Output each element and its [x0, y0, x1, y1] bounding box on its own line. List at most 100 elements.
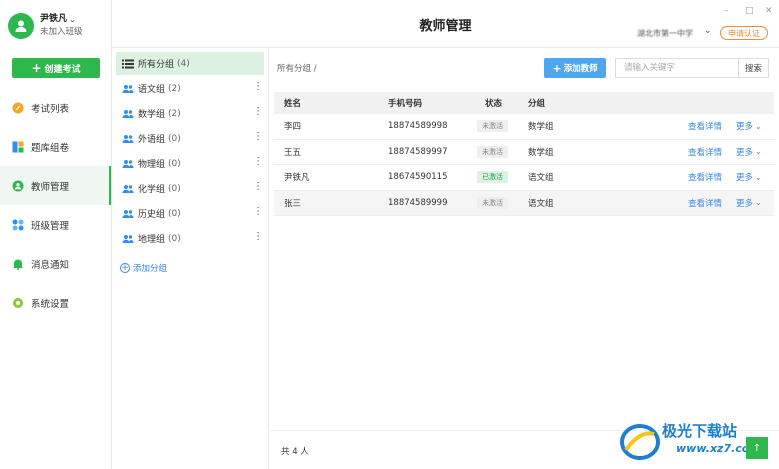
group-panel: 所有分组 (4) 语文组 (2) ⋯ 数学组 (2) ⋯ 外语组 (0) ⋯ 物理组 (0… — [112, 48, 269, 469]
header: 教师管理 – □ ✕ 湖北市第一中学 ⌄ 申请认证 — [112, 0, 779, 48]
sidebar-item-system-settings[interactable]: 系统设置 — [0, 283, 111, 322]
group-item-all[interactable]: 所有分组 (4) — [116, 52, 264, 75]
more-dropdown[interactable]: 更多 ⌄ — [736, 114, 762, 139]
column-header-status: 状态 — [485, 99, 503, 109]
table-header: 姓名 手机号码 状态 分组 — [274, 92, 774, 114]
watermark-logo-icon — [620, 424, 660, 460]
question-bank-icon — [12, 141, 24, 152]
create-exam-button[interactable]: + 创建考试 — [12, 58, 100, 78]
back-to-top-button[interactable]: ↑ — [746, 437, 768, 459]
chevron-down-icon: ⌄ — [755, 147, 762, 157]
teacher-name: 张三 — [284, 198, 302, 209]
view-details-link[interactable]: 查看详情 — [688, 114, 722, 139]
user-icon — [15, 20, 27, 32]
teacher-phone: 18874589998 — [388, 121, 448, 132]
chevron-down-icon: ⌄ — [755, 198, 762, 208]
users-icon — [122, 159, 134, 168]
watermark-text: 极光下载站 — [662, 422, 738, 440]
teacher-group: 语文组 — [528, 198, 554, 209]
group-item[interactable]: 外语组 (0) ⋯ — [116, 127, 264, 150]
group-item[interactable]: 数学组 (2) ⋯ — [116, 102, 264, 125]
more-icon[interactable]: ⋯ — [252, 156, 263, 164]
minimize-icon[interactable]: – — [724, 6, 729, 16]
view-details-link[interactable]: 查看详情 — [688, 191, 722, 216]
table-row: 王五 18874589997 未激活 数学组 查看详情 更多 ⌄ — [274, 140, 774, 165]
breadcrumb: 所有分组 / — [277, 64, 317, 74]
add-teacher-button[interactable]: + 添加教师 — [544, 58, 606, 78]
search-input[interactable] — [615, 58, 739, 78]
status-badge: 未激活 — [477, 120, 508, 133]
chevron-down-icon: ⌄ — [755, 121, 762, 131]
gear-icon — [13, 297, 23, 308]
school-name[interactable]: 湖北市第一中学 — [637, 28, 693, 39]
users-icon — [122, 134, 134, 143]
column-header-name: 姓名 — [284, 99, 302, 109]
more-icon[interactable]: ⋯ — [252, 181, 263, 189]
sidebar: 尹铁凡 ⌄ 未加入班级 + 创建考试 考试列表 题库组卷 教师管理 班级管理 消息通… — [0, 0, 112, 469]
group-item[interactable]: 物理组 (0) ⋯ — [116, 152, 264, 175]
avatar — [8, 13, 34, 39]
more-icon[interactable]: ⋯ — [252, 81, 263, 89]
chevron-down-icon[interactable]: ⌄ — [704, 26, 712, 36]
column-header-group: 分组 — [528, 99, 546, 109]
user-name: 尹铁凡 — [40, 14, 68, 24]
table-row: 李四 18874589998 未激活 数学组 查看详情 更多 ⌄ — [274, 114, 774, 140]
add-group-button[interactable]: + 添加分组 — [120, 262, 167, 274]
table-row: 张三 18874589999 未激活 语文组 查看详情 更多 ⌄ — [274, 190, 774, 216]
users-icon — [122, 234, 134, 243]
total-count: 共 4 人 — [281, 447, 309, 457]
more-icon[interactable]: ⋯ — [252, 106, 263, 114]
plus-icon: + — [31, 61, 42, 75]
status-badge: 未激活 — [477, 145, 508, 158]
search-button[interactable]: 搜索 — [739, 58, 769, 78]
teacher-icon — [12, 180, 24, 191]
user-profile[interactable]: 尹铁凡 ⌄ 未加入班级 — [8, 11, 83, 41]
sidebar-item-teacher-management[interactable]: 教师管理 — [0, 166, 111, 205]
sidebar-nav: 考试列表 题库组卷 教师管理 班级管理 消息通知 系统设置 — [0, 88, 111, 322]
sidebar-item-class-management[interactable]: 班级管理 — [0, 205, 111, 244]
more-dropdown[interactable]: 更多 ⌄ — [736, 191, 762, 216]
more-icon[interactable]: ⋯ — [252, 231, 263, 239]
teacher-name: 尹铁凡 — [284, 173, 310, 184]
more-icon[interactable]: ⋯ — [252, 131, 263, 139]
maximize-icon[interactable]: □ — [745, 6, 754, 16]
more-dropdown[interactable]: 更多 ⌄ — [736, 140, 762, 165]
view-details-link[interactable]: 查看详情 — [688, 140, 722, 165]
teacher-phone: 18674590115 — [388, 172, 448, 183]
teacher-name: 李四 — [284, 122, 302, 133]
teacher-name: 王五 — [284, 147, 302, 158]
teacher-group: 语文组 — [528, 173, 554, 184]
sidebar-item-notifications[interactable]: 消息通知 — [0, 244, 111, 283]
view-details-link[interactable]: 查看详情 — [688, 165, 722, 190]
more-icon[interactable]: ⋯ — [252, 206, 263, 214]
group-item[interactable]: 化学组 (0) ⋯ — [116, 177, 264, 200]
users-icon — [122, 109, 134, 118]
teacher-phone: 18874589999 — [388, 197, 448, 208]
class-icon — [12, 219, 24, 230]
sidebar-item-exam-list[interactable]: 考试列表 — [0, 88, 111, 127]
group-item[interactable]: 地理组 (0) ⋯ — [116, 227, 264, 250]
bell-icon — [13, 259, 23, 270]
sidebar-item-question-bank[interactable]: 题库组卷 — [0, 127, 111, 166]
exam-list-icon — [12, 102, 24, 113]
status-badge: 已激活 — [477, 171, 508, 184]
teacher-table: 姓名 手机号码 状态 分组 李四 18874589998 未激活 数学组 查看详… — [274, 92, 774, 216]
table-row: 尹铁凡 18674590115 已激活 语文组 查看详情 更多 ⌄ — [274, 165, 774, 191]
close-icon[interactable]: ✕ — [765, 6, 773, 16]
group-item[interactable]: 历史组 (0) ⋯ — [116, 202, 264, 225]
teacher-group: 数学组 — [528, 147, 554, 158]
group-item[interactable]: 语文组 (2) ⋯ — [116, 77, 264, 100]
chevron-down-icon: ⌄ — [755, 172, 762, 182]
chevron-down-icon[interactable]: ⌄ — [69, 13, 76, 26]
apply-certification-button[interactable]: 申请认证 — [720, 26, 768, 40]
plus-icon: + — [552, 61, 562, 75]
users-icon — [122, 84, 134, 93]
plus-circle-icon: + — [120, 262, 130, 273]
user-class-status: 未加入班级 — [40, 27, 83, 37]
more-dropdown[interactable]: 更多 ⌄ — [736, 165, 762, 190]
teacher-phone: 18874589997 — [388, 146, 448, 157]
arrow-up-icon: ↑ — [752, 442, 762, 454]
column-header-phone: 手机号码 — [388, 99, 423, 109]
list-icon — [122, 59, 134, 68]
teacher-group: 数学组 — [528, 122, 554, 133]
